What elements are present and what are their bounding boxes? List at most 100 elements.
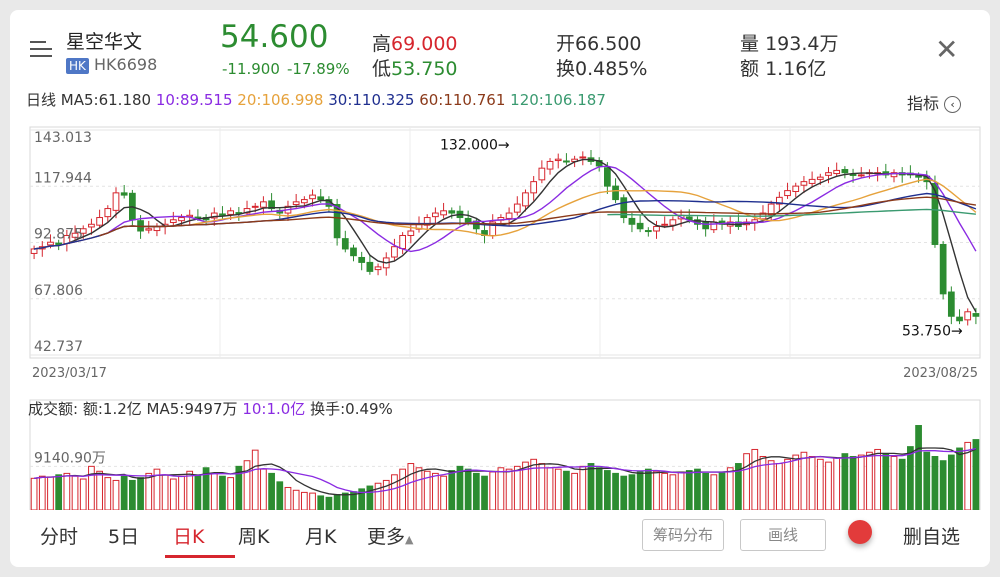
draw-line-button[interactable]: 画线 [740,519,826,551]
market-badge: HK [66,58,89,74]
low-stat: 低53.750 [372,54,458,81]
candle-body [628,217,636,225]
turnover-label: 换 [556,58,576,80]
candle [169,211,177,226]
tab-weekly-k[interactable]: 周K [238,522,269,549]
price-axis-label: 143.013 [34,130,92,146]
candle [792,182,800,198]
volume-bar [432,472,439,510]
candle-body [391,246,398,258]
volume-bar [137,477,144,510]
ma10-value: 10:89.515 [155,91,233,109]
tab-daily-k[interactable]: 日K [173,522,204,549]
chips-distribution-button[interactable]: 筹码分布 [642,519,724,551]
ma5-line [33,158,977,313]
volume-info-bar: 成交额: 额:1.2亿 MA5:9497万 10:1.0亿 换手:0.49% [28,398,393,419]
candle [120,185,128,199]
candle-body [432,212,439,218]
period-label: 日线 [26,91,57,109]
candle [530,176,538,201]
candle [456,205,464,226]
candle-body [816,176,824,180]
candle [358,251,366,271]
volume-bar [30,477,38,510]
candle-body [358,256,366,263]
candle [587,149,595,165]
candle-body [292,201,300,206]
volume-bar [71,475,79,510]
volume-bar [915,425,922,510]
stock-code-group: HK HK6698 [66,55,157,74]
close-icon[interactable]: ✕ [935,36,958,64]
remove-watchlist-button[interactable]: 删自选 [903,522,960,549]
volume-bar [88,465,95,510]
volume-bar [644,468,652,510]
volume-bar [251,449,259,510]
volume-bar [554,468,562,510]
kline-chart[interactable]: 143.013 117.944 92.875 67.806 42.737 2023/03/… [10,110,990,510]
volume-bar [161,474,169,510]
volume-bar [595,467,603,510]
candle [620,194,628,224]
candle-body [407,230,415,236]
volume-bar [325,496,333,510]
candle-body [169,219,177,223]
turnover-stat: 换0.485% [556,54,647,81]
candle [907,165,914,179]
candle [833,162,841,177]
candle [440,202,447,219]
current-price: 54.600 [220,19,329,55]
candle-body [227,210,235,215]
volume-bar [939,460,947,510]
volume-bar [333,494,341,510]
record-icon[interactable] [848,520,872,544]
max-price-annotation: 132.000→ [440,138,510,154]
volume-bar [399,468,406,510]
candle [423,214,431,231]
tab-intraday[interactable]: 分时 [40,522,78,549]
candle [538,160,546,184]
volume-bar [47,476,54,510]
tab-5day[interactable]: 5日 [108,522,139,549]
candle-body [366,261,374,272]
candle-body [120,192,128,196]
candle-body [800,181,808,186]
menu-lines-icon[interactable] [30,38,54,60]
volume-bar [677,471,685,510]
candle [374,263,382,276]
candle [972,307,980,325]
volume-bar [604,470,611,510]
candle-body [399,234,406,250]
amount-value: 1.16亿 [765,58,827,80]
candle-body [849,173,857,176]
high-label: 高 [372,33,392,55]
volume-bar [300,491,308,510]
volume-bar [538,463,546,510]
volume-bar [186,470,194,510]
price-axis-label: 42.737 [34,339,83,355]
ma60-value: 60:110.761 [419,91,506,109]
volume-bar [907,446,914,510]
candle [432,207,439,225]
volume-bar [792,454,800,510]
ma10-line [33,165,977,253]
candle-body [194,216,202,219]
candle [726,216,734,234]
candle [743,218,750,231]
volume-bar [784,458,791,510]
volume-bar [145,472,153,510]
tab-more[interactable]: 更多▲ [367,522,413,549]
volume-bar [874,448,881,510]
volume-bar [751,448,759,510]
active-tab-underline [165,555,235,558]
candle-body [964,311,972,321]
volume-bar [227,477,235,510]
tab-monthly-k[interactable]: 月K [305,522,336,549]
candle-body [145,228,153,231]
volume-bar [816,458,824,510]
volume-bar [178,475,185,510]
candle [890,169,898,183]
stock-name: 星空华文 [66,31,143,53]
price-change-pct: -17.89% [287,60,350,78]
volume-bar [79,478,87,510]
